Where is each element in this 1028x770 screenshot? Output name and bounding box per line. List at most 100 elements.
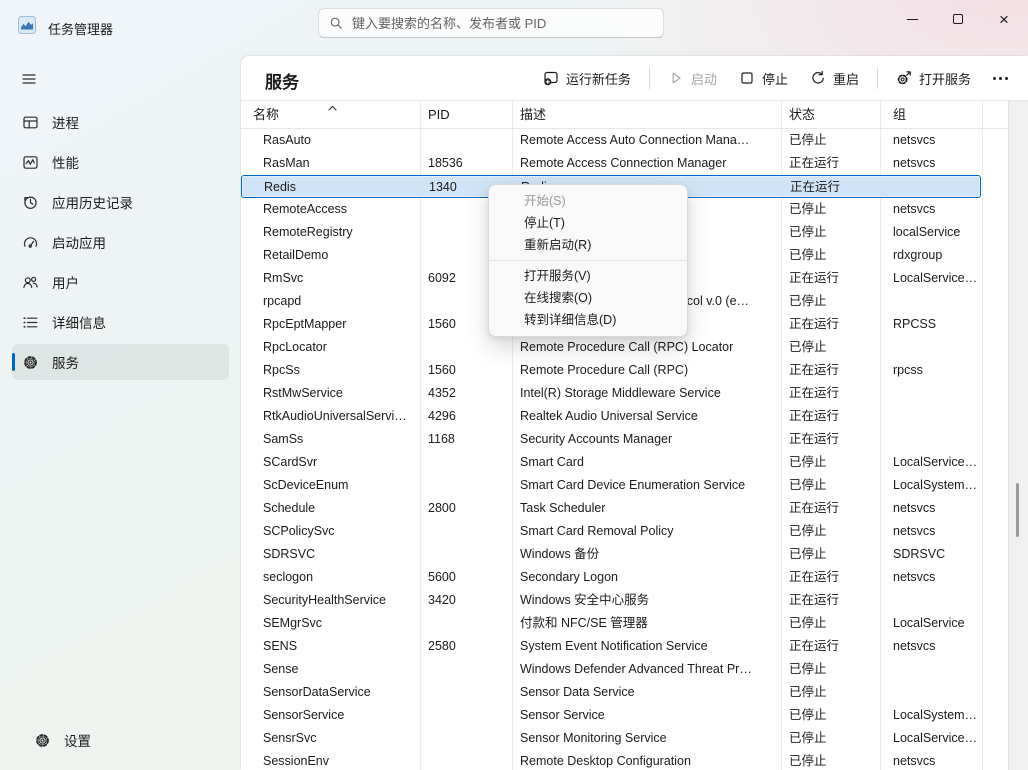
stop-button[interactable]: 停止 [729, 63, 798, 94]
service-status-cell: 正在运行 [790, 176, 882, 199]
table-row[interactable]: SensrSvcSensor Monitoring Service已停止Loca… [241, 727, 1008, 750]
service-pid-cell: 4352 [428, 382, 510, 405]
service-name-cell: Sense [263, 658, 415, 681]
service-status-cell: 已停止 [789, 451, 881, 474]
app-icon [18, 16, 36, 34]
sidebar-item-settings[interactable]: 设置 [24, 722, 217, 758]
table-row[interactable]: SamSs1168Security Accounts Manager正在运行 [241, 428, 1008, 451]
service-group-cell: rdxgroup [893, 244, 981, 267]
service-group-cell [893, 681, 981, 704]
table-row[interactable]: RpcSs1560Remote Procedure Call (RPC)正在运行… [241, 359, 1008, 382]
service-name-cell: SCardSvr [263, 451, 415, 474]
column-header-group[interactable]: 组 [893, 101, 981, 124]
table-row[interactable]: ScDeviceEnumSmart Card Device Enumeratio… [241, 474, 1008, 497]
sidebar-item-processes[interactable]: 进程 [12, 104, 229, 140]
table-row[interactable]: Schedule2800Task Scheduler正在运行netsvcs [241, 497, 1008, 520]
sidebar-nav: 进程性能应用历史记录启动应用用户详细信息服务 [0, 100, 241, 384]
table-row[interactable]: SCardSvrSmart Card已停止LocalService… [241, 451, 1008, 474]
service-desc-cell: Intel(R) Storage Middleware Service [520, 382, 777, 405]
table-row[interactable]: SessionEnvRemote Desktop Configuration已停… [241, 750, 1008, 770]
table-row[interactable]: RstMwService4352Intel(R) Storage Middlew… [241, 382, 1008, 405]
table-row[interactable]: RasAutoRemote Access Auto Connection Man… [241, 129, 1008, 152]
performance-icon [22, 154, 39, 171]
table-row[interactable]: SenseWindows Defender Advanced Threat Pr… [241, 658, 1008, 681]
sidebar-item-details[interactable]: 详细信息 [12, 304, 229, 340]
column-header-desc[interactable]: 描述 [520, 101, 777, 124]
service-status-cell: 正在运行 [789, 566, 881, 589]
service-pid-cell: 2580 [428, 635, 510, 658]
search-box[interactable] [318, 8, 664, 38]
menu-toggle-button[interactable] [12, 62, 46, 96]
sidebar-item-label: 服务 [52, 352, 79, 372]
column-header-pid[interactable]: PID [428, 101, 510, 124]
context-menu: 开始(S)停止(T)重新启动(R) 打开服务(V)在线搜索(O)转到详细信息(D) [488, 184, 688, 337]
service-pid-cell [428, 451, 510, 474]
service-group-cell: LocalService… [893, 727, 981, 750]
service-group-cell: netsvcs [893, 497, 981, 520]
service-name-cell: RetailDemo [263, 244, 415, 267]
sidebar-item-label: 用户 [52, 272, 79, 292]
table-row[interactable]: SENS2580System Event Notification Servic… [241, 635, 1008, 658]
service-status-cell: 已停止 [789, 704, 881, 727]
column-header-status[interactable]: 状态 [789, 101, 881, 124]
service-group-cell: RPCSS [893, 313, 981, 336]
table-row[interactable]: SCPolicySvcSmart Card Removal Policy已停止n… [241, 520, 1008, 543]
service-desc-cell: Windows 安全中心服务 [520, 589, 777, 612]
service-status-cell: 正在运行 [789, 382, 881, 405]
context-menu-item: 开始(S) [489, 190, 687, 212]
context-menu-item[interactable]: 打开服务(V) [489, 265, 687, 287]
open-services-button[interactable]: 打开服务 [886, 63, 981, 94]
service-desc-cell: Smart Card [520, 451, 777, 474]
service-name-cell: seclogon [263, 566, 415, 589]
service-pid-cell [428, 658, 510, 681]
service-name-cell: RmSvc [263, 267, 415, 290]
service-group-cell: rpcss [893, 359, 981, 382]
table-row[interactable]: seclogon5600Secondary Logon正在运行netsvcs [241, 566, 1008, 589]
table-row[interactable]: SecurityHealthService3420Windows 安全中心服务正… [241, 589, 1008, 612]
minimize-button[interactable] [889, 2, 935, 36]
sidebar-item-app-history[interactable]: 应用历史记录 [12, 184, 229, 220]
service-group-cell: LocalService [893, 612, 981, 635]
close-button[interactable]: × [981, 2, 1027, 36]
sidebar-item-users[interactable]: 用户 [12, 264, 229, 300]
service-status-cell: 正在运行 [789, 428, 881, 451]
service-pid-cell [428, 543, 510, 566]
table-row[interactable]: SEMgrSvc付款和 NFC/SE 管理器已停止LocalService [241, 612, 1008, 635]
service-group-cell: netsvcs [893, 198, 981, 221]
settings-gear-icon [34, 732, 51, 749]
users-icon [22, 274, 39, 291]
table-row[interactable]: SensorDataServiceSensor Data Service已停止 [241, 681, 1008, 704]
restart-button[interactable]: 重启 [800, 63, 869, 94]
service-status-cell: 已停止 [789, 727, 881, 750]
run-new-task-button[interactable]: 运行新任务 [533, 63, 641, 94]
sidebar-item-services[interactable]: 服务 [12, 344, 229, 380]
app-history-icon [22, 194, 39, 211]
sidebar-item-label: 进程 [52, 112, 79, 132]
sidebar-item-startup[interactable]: 启动应用 [12, 224, 229, 260]
table-row[interactable]: SensorServiceSensor Service已停止LocalSyste… [241, 704, 1008, 727]
service-group-cell: netsvcs [893, 152, 981, 175]
service-status-cell: 已停止 [789, 336, 881, 359]
table-row[interactable]: RasMan18536Remote Access Connection Mana… [241, 152, 1008, 175]
maximize-button[interactable] [935, 2, 981, 36]
service-status-cell: 已停止 [789, 221, 881, 244]
service-desc-cell: Remote Procedure Call (RPC) [520, 359, 777, 382]
service-status-cell: 已停止 [789, 543, 881, 566]
service-name-cell: Schedule [263, 497, 415, 520]
vertical-scrollbar-thumb[interactable] [1016, 483, 1019, 537]
table-row[interactable]: RtkAudioUniversalServi…4296Realtek Audio… [241, 405, 1008, 428]
context-menu-item[interactable]: 转到详细信息(D) [489, 309, 687, 331]
service-name-cell: SEMgrSvc [263, 612, 415, 635]
table-row[interactable]: SDRSVCWindows 备份已停止SDRSVC [241, 543, 1008, 566]
context-menu-item[interactable]: 重新启动(R) [489, 234, 687, 256]
table-row[interactable]: RpcLocatorRemote Procedure Call (RPC) Lo… [241, 336, 1008, 359]
sidebar-item-performance[interactable]: 性能 [12, 144, 229, 180]
more-options-button[interactable] [983, 69, 1018, 88]
service-status-cell: 已停止 [789, 658, 881, 681]
service-name-cell: SecurityHealthService [263, 589, 415, 612]
vertical-scrollbar-track[interactable] [1008, 101, 1028, 770]
service-group-cell [894, 176, 982, 199]
context-menu-item[interactable]: 停止(T) [489, 212, 687, 234]
search-input[interactable] [352, 16, 653, 31]
context-menu-item[interactable]: 在线搜索(O) [489, 287, 687, 309]
